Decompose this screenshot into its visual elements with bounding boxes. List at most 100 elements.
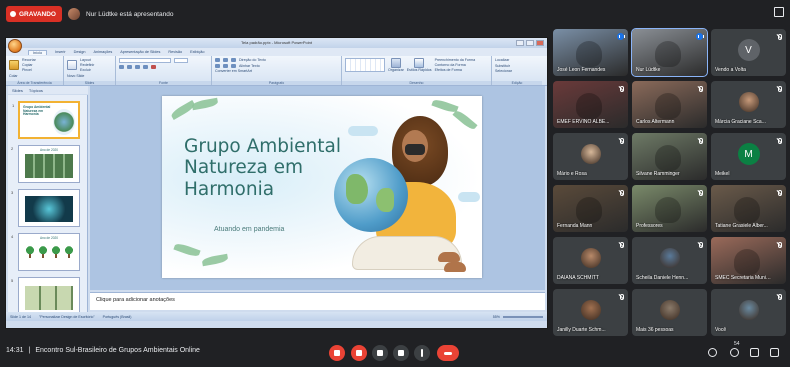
- tab-inserir[interactable]: Inserir: [55, 50, 66, 54]
- bold-icon[interactable]: [119, 64, 124, 69]
- presenter-avatar: [68, 8, 80, 20]
- tab-outline[interactable]: Tópicos: [29, 88, 43, 93]
- reset-button[interactable]: Redefinir: [80, 63, 94, 67]
- participant-tile[interactable]: EMEF ERVINO ALBE...: [553, 81, 628, 128]
- raise-hand-button[interactable]: [372, 345, 388, 361]
- font-name-select[interactable]: [119, 58, 171, 63]
- participant-name: SMEC Secretaria Munic...: [715, 275, 772, 281]
- font-size-select[interactable]: [174, 58, 188, 63]
- present-button[interactable]: [393, 345, 409, 361]
- tab-apresentacao[interactable]: Apresentação de Slides: [120, 50, 160, 54]
- notes-pane[interactable]: Clique para adicionar anotações: [90, 292, 545, 310]
- underline-icon[interactable]: [135, 64, 140, 69]
- participant-tile[interactable]: Janilly Duarte Schm...: [553, 289, 628, 336]
- indent-icon[interactable]: [231, 58, 236, 62]
- zoom-control[interactable]: 55%: [493, 315, 543, 319]
- participant-tile[interactable]: Mais 36 pessoas: [632, 289, 707, 336]
- photos-image: [25, 286, 73, 310]
- participant-tile[interactable]: Silvane Ramminger: [632, 133, 707, 180]
- slide-thumbnail[interactable]: 4 Ano de 2020: [11, 233, 80, 271]
- tab-revisao[interactable]: Revisão: [168, 50, 182, 54]
- align-left-icon[interactable]: [215, 63, 220, 68]
- arrange-button[interactable]: Organizar: [388, 68, 404, 72]
- slide-thumbnails: 1 Grupo Ambiental Natureza em Harmonia 2…: [8, 95, 88, 315]
- replace-button[interactable]: Substituir: [495, 64, 539, 68]
- align-center-icon[interactable]: [223, 63, 228, 68]
- align-text-button[interactable]: Alinhar Texto: [239, 64, 260, 68]
- paste-icon[interactable]: [9, 60, 19, 70]
- shape-outline-button[interactable]: Contorno da Forma: [435, 63, 476, 67]
- mic-muted-icon: [775, 189, 782, 196]
- slide-thumbnail[interactable]: 1 Grupo Ambiental Natureza em Harmonia: [12, 101, 80, 139]
- italic-icon[interactable]: [127, 64, 132, 69]
- participant-tile[interactable]: Você: [711, 289, 786, 336]
- mic-muted-icon: [775, 241, 782, 248]
- video-feed: [575, 40, 602, 67]
- slide-thumbnail[interactable]: 2 Ano de 2020: [11, 145, 80, 183]
- format-painter-button[interactable]: Pincel: [22, 68, 36, 72]
- participant-tile[interactable]: Carlos Altermann: [632, 81, 707, 128]
- participant-tile[interactable]: Professores: [632, 185, 707, 232]
- mic-toggle-button[interactable]: [329, 345, 345, 361]
- minimize-icon[interactable]: [516, 40, 524, 46]
- slide-thumbnail[interactable]: 3: [11, 189, 80, 227]
- select-button[interactable]: Selecionar: [495, 69, 539, 73]
- participant-tile[interactable]: Mário e Rosa: [553, 133, 628, 180]
- group-label-slides: Slides: [64, 81, 115, 85]
- video-feed: [575, 92, 602, 119]
- participant-tile[interactable]: V Vendo a Volta: [711, 29, 786, 76]
- shape-fill-button[interactable]: Preenchimento da Forma: [435, 58, 476, 62]
- layout-button[interactable]: Layout: [80, 58, 94, 62]
- leave-call-button[interactable]: [437, 345, 459, 361]
- slide-count: Slide 1 de 14: [10, 314, 31, 319]
- maximize-icon[interactable]: [526, 40, 534, 46]
- current-slide[interactable]: Grupo Ambiental Natureza em Harmonia Atu…: [162, 96, 482, 278]
- participant-tile[interactable]: DAIANA SCHMITT: [553, 237, 628, 284]
- more-icon: [421, 349, 423, 357]
- tab-animacoes[interactable]: Animações: [93, 50, 112, 54]
- fullscreen-icon[interactable]: [774, 7, 784, 17]
- numbering-icon[interactable]: [223, 58, 228, 62]
- shape-effects-button[interactable]: Efeitos de Forma: [435, 68, 476, 72]
- font-color-icon[interactable]: [151, 64, 156, 69]
- cut-button[interactable]: Recortar: [22, 58, 36, 62]
- quick-styles-button[interactable]: Estilos Rápidos: [407, 68, 432, 72]
- smartart-button[interactable]: Converter em SmartArt: [215, 69, 252, 73]
- copy-button[interactable]: Copiar: [22, 63, 36, 67]
- participant-tile[interactable]: M Meikel: [711, 133, 786, 180]
- tab-slides[interactable]: Slides: [12, 88, 23, 93]
- delete-button[interactable]: Excluir: [80, 68, 94, 72]
- arrange-icon[interactable]: [390, 58, 401, 68]
- participant-tile[interactable]: Nur Lüdtke: [631, 28, 708, 77]
- more-options-button[interactable]: [414, 345, 430, 361]
- find-button[interactable]: Localizar: [495, 58, 539, 62]
- tab-exibicao[interactable]: Exibição: [190, 50, 204, 54]
- participant-tile[interactable]: José Leon Fernandes: [553, 29, 628, 76]
- participant-tile[interactable]: Fernanda Mann: [553, 185, 628, 232]
- chat-icon[interactable]: [750, 348, 759, 357]
- tab-design[interactable]: Design: [74, 50, 86, 54]
- info-icon[interactable]: [708, 348, 717, 357]
- participant-tile[interactable]: Márcia Graciane Sca...: [711, 81, 786, 128]
- people-icon[interactable]: [730, 348, 739, 357]
- text-direction-button[interactable]: Direção do Texto: [239, 58, 266, 62]
- new-slide-icon[interactable]: [67, 60, 77, 70]
- shapes-gallery[interactable]: [345, 58, 385, 72]
- office-button[interactable]: [8, 39, 22, 53]
- participant-tile[interactable]: Scheila Daniele Henn...: [632, 237, 707, 284]
- avatar-letter: M: [737, 143, 760, 166]
- bullets-icon[interactable]: [215, 58, 220, 62]
- activities-icon[interactable]: [770, 348, 779, 357]
- zoom-slider[interactable]: [503, 315, 543, 318]
- quick-styles-icon[interactable]: [414, 58, 425, 68]
- new-slide-button[interactable]: Novo Slide: [67, 74, 112, 78]
- strikethrough-icon[interactable]: [143, 64, 148, 69]
- paste-button[interactable]: Colar: [9, 74, 60, 78]
- close-icon[interactable]: [536, 40, 544, 46]
- participant-tile[interactable]: Tatiane Grasiele Alber...: [711, 185, 786, 232]
- tab-inicio[interactable]: Início: [28, 49, 48, 55]
- slide-thumbnail[interactable]: 5: [11, 277, 80, 315]
- participant-tile[interactable]: SMEC Secretaria Munic...: [711, 237, 786, 284]
- camera-toggle-button[interactable]: [351, 345, 367, 361]
- align-right-icon[interactable]: [231, 63, 236, 68]
